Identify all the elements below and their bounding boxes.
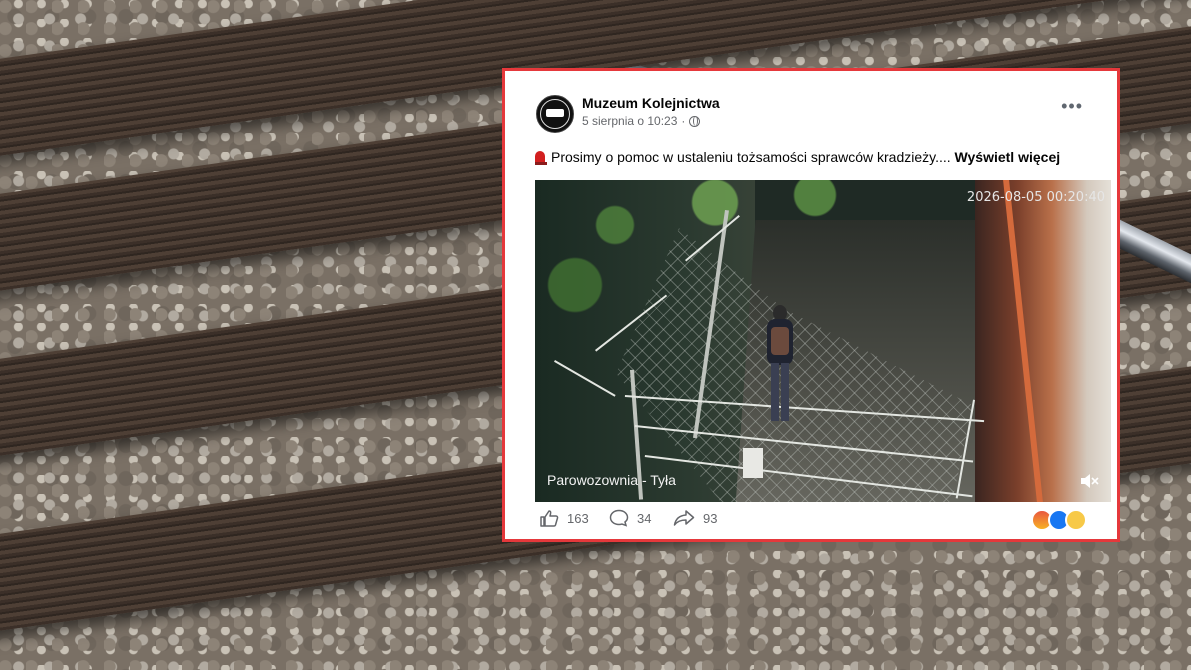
like-button[interactable]: 163 <box>539 509 589 527</box>
share-count: 93 <box>703 510 718 526</box>
comment-count: 34 <box>637 510 652 526</box>
like-count: 163 <box>567 510 589 526</box>
post-date[interactable]: 5 sierpnia o 10:23 <box>582 114 677 128</box>
comment-button[interactable]: 34 <box>609 509 651 527</box>
page-avatar[interactable] <box>536 95 574 133</box>
post-video[interactable]: 2026-08-05 00:20:40 Parowozownia - Tyła <box>535 180 1111 502</box>
post-header: Muzeum Kolejnictwa 5 sierpnia o 10:23 · … <box>519 81 1103 133</box>
cctv-person <box>763 305 797 423</box>
mute-icon[interactable] <box>1079 472 1099 490</box>
train-logo-icon <box>546 109 564 117</box>
post-meta: 5 sierpnia o 10:23 · <box>582 114 701 128</box>
comment-icon <box>609 509 629 527</box>
person-backpack <box>771 327 789 355</box>
cctv-location-label: Parowozownia - Tyła <box>547 472 676 488</box>
siren-icon <box>535 151 547 165</box>
more-options-icon[interactable]: ••• <box>1061 97 1083 115</box>
facebook-post: Muzeum Kolejnictwa 5 sierpnia o 10:23 · … <box>519 81 1111 533</box>
sad-icon <box>1065 509 1087 531</box>
fence-sign <box>743 448 763 478</box>
post-text-body: Prosimy o pomoc w ustaleniu tożsamości s… <box>551 149 951 165</box>
like-icon <box>540 510 559 527</box>
page-name[interactable]: Muzeum Kolejnictwa <box>582 95 720 111</box>
share-icon <box>673 510 695 526</box>
post-text: Prosimy o pomoc w ustaleniu tożsamości s… <box>535 149 1095 165</box>
reactions-summary[interactable] <box>1031 509 1087 531</box>
post-footer: 163 34 93 <box>519 509 1103 533</box>
share-button[interactable]: 93 <box>673 509 717 527</box>
meta-separator: · <box>681 114 686 128</box>
cctv-timestamp: 2026-08-05 00:20:40 <box>966 190 1105 205</box>
cctv-brick-wall <box>975 180 1111 502</box>
see-more-link[interactable]: Wyświetl więcej <box>955 149 1061 165</box>
person-legs <box>771 363 789 421</box>
post-highlight-frame: Muzeum Kolejnictwa 5 sierpnia o 10:23 · … <box>502 68 1120 542</box>
globe-icon <box>689 115 701 127</box>
